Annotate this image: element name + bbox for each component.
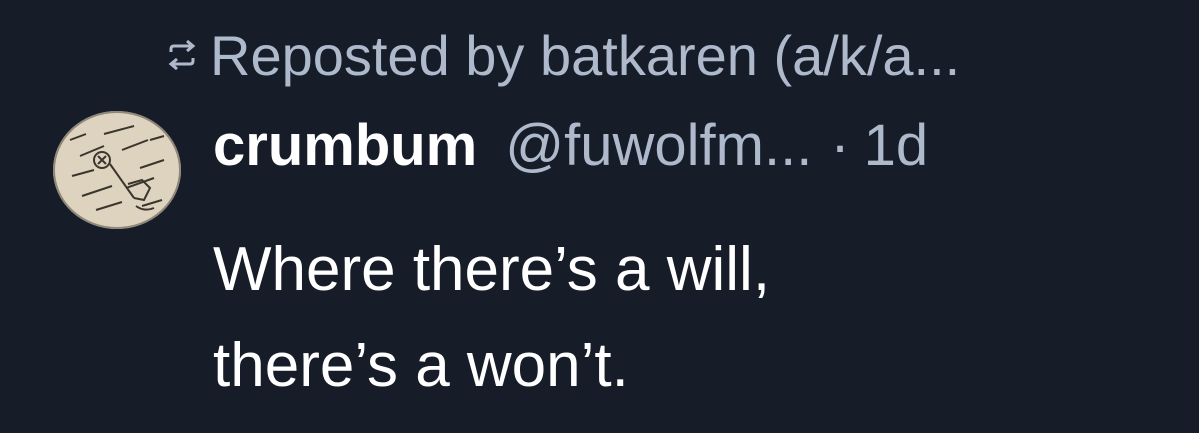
post-header: crumbum @fuwolfm... · 1d bbox=[213, 112, 928, 188]
repost-icon bbox=[164, 37, 200, 73]
separator-dot: · bbox=[830, 113, 850, 178]
post-text-line: there’s a won’t. bbox=[213, 331, 629, 400]
repost-indicator[interactable]: Reposted by batkaren (a/k/a... bbox=[164, 20, 960, 90]
repost-label[interactable]: Reposted by batkaren (a/k/a... bbox=[210, 23, 960, 88]
author-name[interactable]: crumbum bbox=[213, 112, 477, 179]
author-handle[interactable]: @fuwolfm... bbox=[505, 112, 812, 179]
post-text: Where there’s a will, there’s a won’t. bbox=[213, 222, 1173, 414]
post-text-line: Where there’s a will, bbox=[213, 235, 771, 304]
avatar[interactable] bbox=[52, 110, 182, 230]
post-timestamp[interactable]: 1d bbox=[864, 112, 929, 179]
